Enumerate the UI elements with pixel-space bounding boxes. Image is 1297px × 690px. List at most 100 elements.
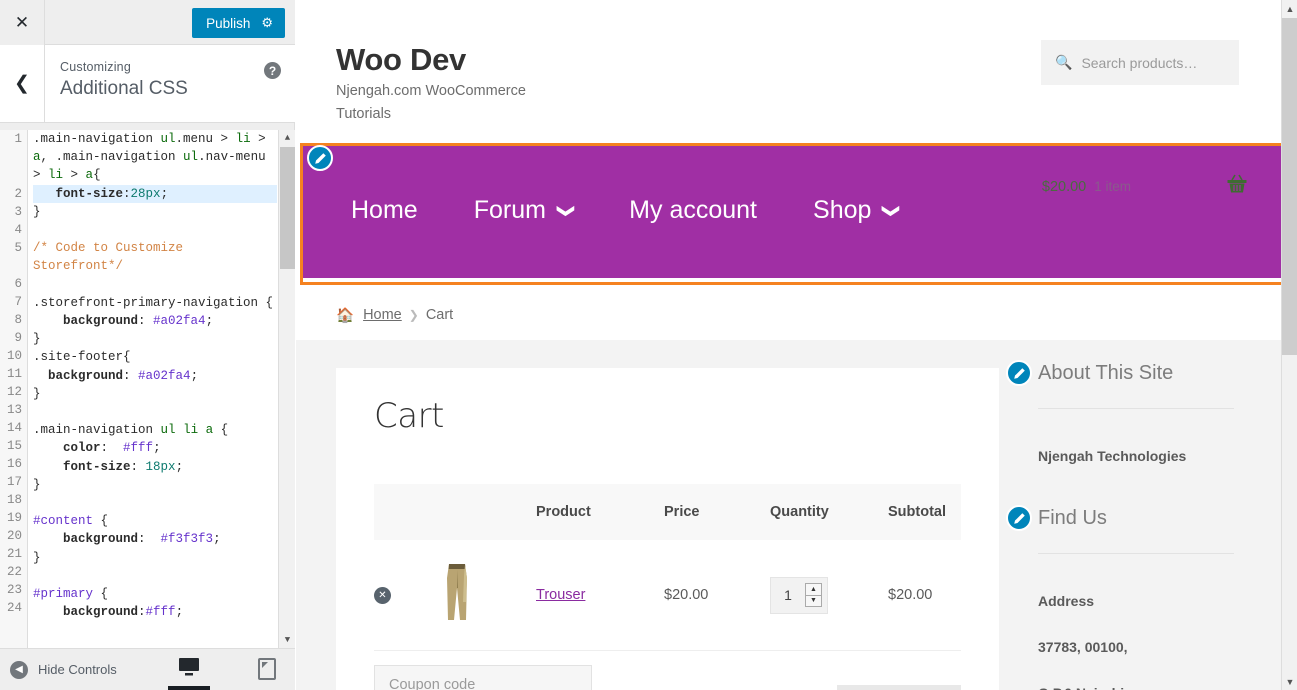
update-cart-button[interactable]: Update cart bbox=[837, 685, 961, 690]
site-preview: Woo Dev Njengah.com WooCommerce Tutorial… bbox=[296, 0, 1281, 690]
widget-header: Find Us bbox=[1006, 505, 1281, 531]
scroll-down-arrow-icon[interactable]: ▼ bbox=[279, 632, 295, 648]
line-number: 2 bbox=[14, 187, 22, 201]
quantity-decrease-icon[interactable]: ▼ bbox=[806, 596, 821, 607]
line-number: 20 bbox=[6, 529, 22, 543]
editor-scrollbar-thumb[interactable] bbox=[280, 147, 295, 269]
quantity-spinner[interactable]: ▲ ▼ bbox=[805, 583, 822, 607]
customizing-label: Customizing bbox=[60, 60, 131, 74]
col-thumb bbox=[436, 484, 536, 540]
cart-table: Product Price Quantity Subtotal ✕ Trouse… bbox=[374, 484, 961, 690]
widget-title: About This Site bbox=[1038, 361, 1174, 384]
customizer-panel: ✕ Publish ⚙ ❮ Customizing Additional CSS… bbox=[0, 0, 352, 690]
back-button[interactable]: ❮ bbox=[0, 45, 45, 122]
help-icon[interactable]: ? bbox=[264, 62, 281, 79]
hide-controls-button[interactable]: ◀ Hide Controls bbox=[10, 660, 117, 679]
primary-navigation-wrap: Home Forum ❯ My account Shop ❯ $20.00 1 item bbox=[296, 140, 1281, 290]
widget-text: G.P.0 Nairobi. bbox=[1038, 670, 1281, 690]
edit-navigation-pencil-icon[interactable] bbox=[307, 145, 333, 171]
cart-card: Cart Product Price Quantity Subtotal ✕ T… bbox=[336, 368, 999, 690]
line-number: 16 bbox=[6, 457, 22, 471]
cart-amount: $20.00 bbox=[1041, 178, 1087, 195]
code-line: .storefront-primary-navigation { bbox=[33, 295, 274, 310]
line-number: 1 bbox=[14, 132, 22, 146]
shopping-basket-icon[interactable] bbox=[1226, 174, 1248, 199]
cell-quantity: 1 ▲ ▼ bbox=[770, 540, 888, 651]
col-subtotal: Subtotal bbox=[888, 484, 961, 540]
editor-scrollbar[interactable]: ▲ ▼ bbox=[278, 130, 295, 648]
nav-item-label: Forum bbox=[473, 196, 546, 224]
line-number: 6 bbox=[14, 277, 22, 291]
remove-item-icon[interactable]: ✕ bbox=[374, 586, 391, 604]
coupon-row: Apply coupon Update cart bbox=[374, 651, 961, 690]
cart-summary[interactable]: $20.00 1 item bbox=[1042, 174, 1248, 199]
line-number: 12 bbox=[6, 385, 22, 399]
line-number: 21 bbox=[6, 547, 22, 561]
code-line: font-size:28px; bbox=[33, 184, 277, 203]
col-remove bbox=[374, 484, 436, 540]
widget-body: Address 37783, 00100, G.P.0 Nairobi. bbox=[1038, 578, 1281, 690]
publish-button[interactable]: Publish bbox=[192, 16, 261, 31]
nav-item-my-account[interactable]: My account bbox=[629, 196, 757, 225]
nav-item-home[interactable]: Home bbox=[351, 196, 418, 225]
browser-scrollbar-thumb[interactable] bbox=[1282, 18, 1297, 355]
widget-title: Find Us bbox=[1038, 506, 1107, 529]
chevron-down-icon[interactable]: ❯ bbox=[556, 203, 576, 217]
code-line: .site-footer{ bbox=[33, 350, 131, 365]
site-title: Woo Dev bbox=[336, 42, 466, 77]
coupon-input[interactable] bbox=[374, 665, 592, 690]
page-scroll-up-icon[interactable]: ▲ bbox=[1282, 0, 1297, 17]
customizer-titles: Customizing Additional CSS bbox=[60, 60, 188, 100]
browser-scrollbar[interactable]: ▲ ▼ bbox=[1281, 0, 1297, 690]
cell-update: Update cart bbox=[664, 651, 961, 690]
widget-body: Njengah Technologies bbox=[1038, 433, 1281, 479]
code-text-area[interactable]: .main-navigation ul.menu > li > a, .main… bbox=[29, 130, 277, 648]
scroll-up-arrow-icon[interactable]: ▲ bbox=[279, 130, 295, 146]
page-scroll-down-icon[interactable]: ▼ bbox=[1282, 673, 1297, 690]
cell-thumbnail bbox=[436, 540, 536, 651]
line-number: 5 bbox=[14, 241, 22, 255]
line-number: 22 bbox=[6, 565, 22, 579]
widget-text: Address bbox=[1038, 593, 1095, 609]
code-line: .main-navigation ul.menu > li > a, .main… bbox=[33, 132, 274, 183]
customizer-footer: ◀ Hide Controls bbox=[0, 648, 352, 690]
close-customizer-button[interactable]: ✕ bbox=[0, 0, 45, 45]
collapse-arrow-icon: ◀ bbox=[10, 660, 28, 679]
device-desktop-button[interactable] bbox=[168, 648, 210, 690]
cell-product: Trouser bbox=[536, 540, 664, 651]
line-number: 8 bbox=[14, 313, 22, 327]
breadcrumb-home-link[interactable]: Home bbox=[363, 307, 402, 323]
product-link[interactable]: Trouser bbox=[536, 587, 585, 603]
line-number: 24 bbox=[6, 601, 22, 615]
line-number: 15 bbox=[6, 439, 22, 453]
primary-navigation: Home Forum ❯ My account Shop ❯ $20.00 1 item bbox=[303, 146, 1281, 278]
breadcrumb-current: Cart bbox=[425, 307, 454, 323]
publish-button-group[interactable]: Publish ⚙ bbox=[192, 8, 285, 38]
hide-controls-label: Hide Controls bbox=[38, 662, 117, 677]
quantity-increase-icon[interactable]: ▲ bbox=[806, 584, 821, 596]
edit-widget-pencil-icon[interactable] bbox=[1006, 505, 1032, 531]
edit-widget-pencil-icon[interactable] bbox=[1006, 360, 1032, 386]
quantity-stepper[interactable]: 1 ▲ ▼ bbox=[770, 576, 828, 614]
nav-item-shop[interactable]: Shop ❯ bbox=[813, 196, 902, 225]
cart-item-count: 1 item bbox=[1094, 179, 1131, 194]
line-number: 4 bbox=[14, 223, 22, 237]
quantity-value[interactable]: 1 bbox=[771, 587, 805, 603]
device-tablet-button[interactable] bbox=[246, 648, 288, 690]
code-line: background: #a02fa4; bbox=[48, 368, 199, 383]
chevron-down-icon[interactable]: ❯ bbox=[882, 203, 902, 217]
code-line: background:#fff; bbox=[63, 605, 184, 620]
trouser-thumbnail bbox=[447, 564, 467, 620]
gear-icon[interactable]: ⚙ bbox=[261, 15, 285, 31]
customizer-section-header: ❮ Customizing Additional CSS ? bbox=[0, 45, 295, 123]
search-input[interactable] bbox=[1081, 54, 1225, 71]
customizer-screen: ✕ Publish ⚙ ❮ Customizing Additional CSS… bbox=[0, 0, 1297, 690]
css-code-editor[interactable]: 1 2 3 4 5 6 7 8 9 10 11 12 13 14 15 16 17 18 19 20 21 22 23 24 … bbox=[0, 130, 295, 648]
nav-item-forum[interactable]: Forum ❯ bbox=[473, 196, 576, 225]
line-number: 7 bbox=[14, 295, 22, 309]
widget: About This Site Njengah Technologies bbox=[1006, 360, 1281, 479]
widget-header: About This Site bbox=[1006, 360, 1281, 386]
product-search[interactable]: 🔍 bbox=[1041, 40, 1239, 85]
